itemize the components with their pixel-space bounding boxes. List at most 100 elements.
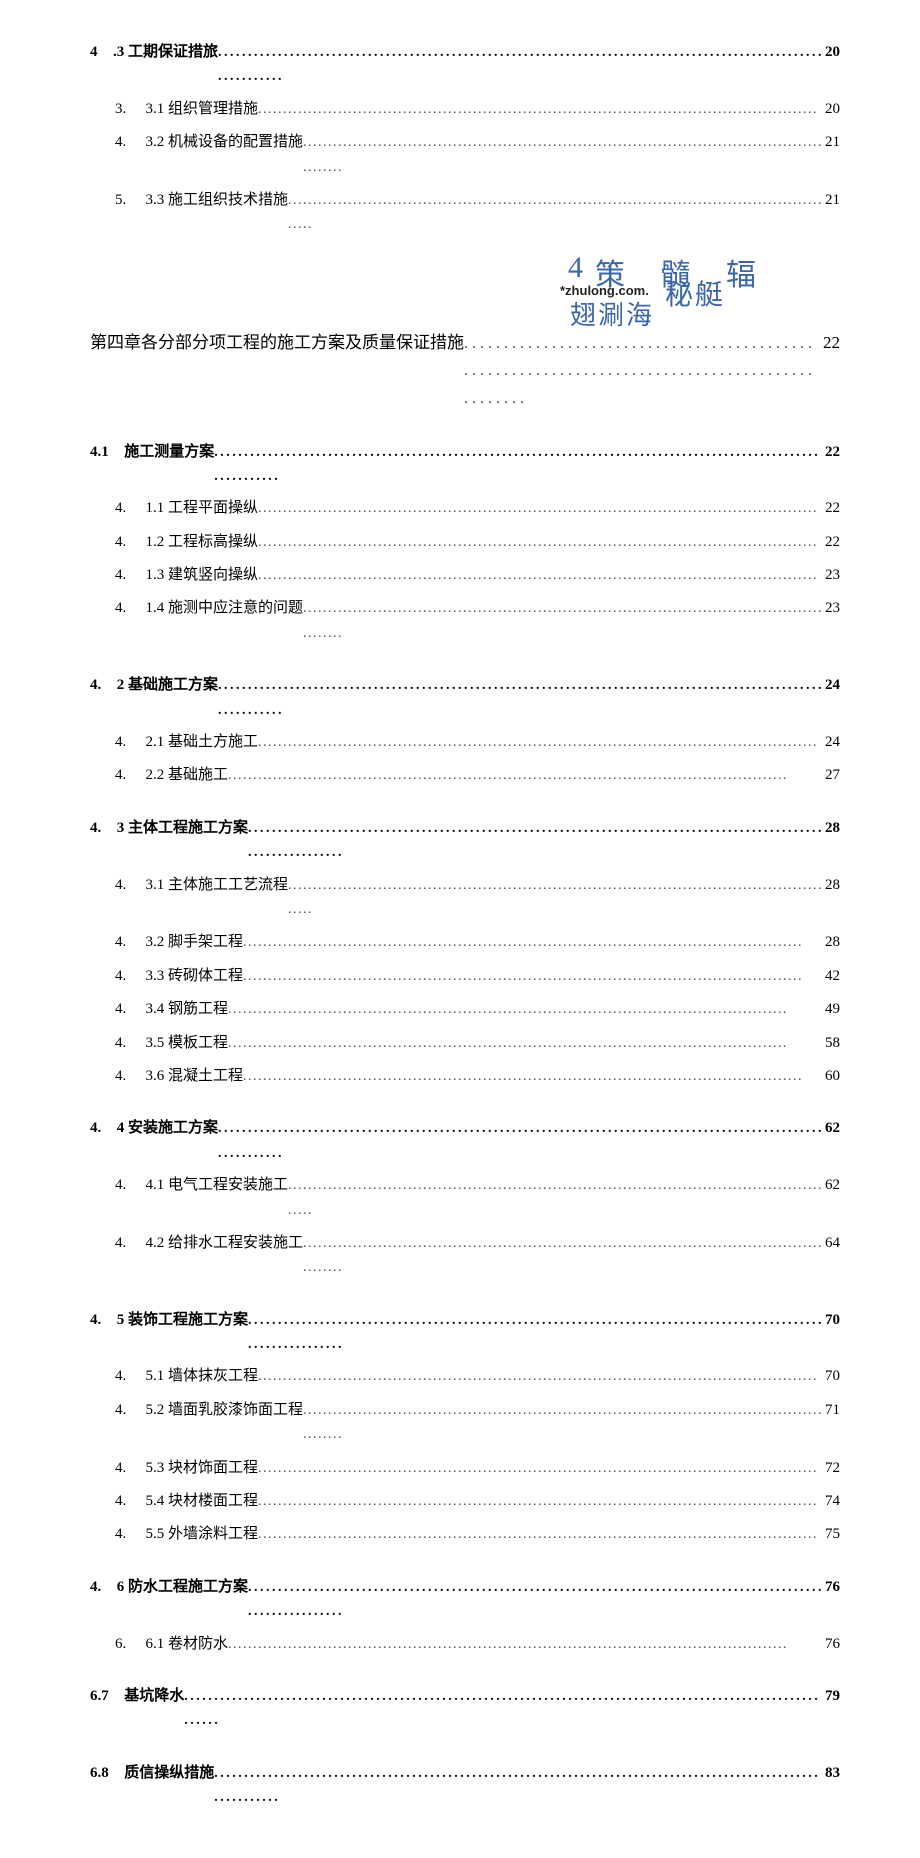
leader-dots bbox=[243, 1064, 821, 1088]
item-page: 58 bbox=[821, 1031, 840, 1055]
item-page: 71 bbox=[821, 1398, 840, 1422]
toc-item: 4. 1.4 施测中应注意的问题23 bbox=[115, 596, 840, 645]
leader-dots bbox=[258, 1364, 821, 1388]
item-page: 24 bbox=[821, 730, 840, 754]
heading-text: 质信操纵措施 bbox=[124, 1761, 214, 1785]
heading-number: 4. bbox=[90, 1116, 109, 1140]
heading-number: 4. bbox=[90, 816, 109, 840]
item-text: 4.1 电气工程安装施工 bbox=[146, 1173, 289, 1197]
toc-item: 4. 2.1 基础土方施工24 bbox=[115, 730, 840, 754]
item-page: 28 bbox=[821, 873, 840, 897]
leader-dots bbox=[214, 1761, 821, 1810]
leader-dots bbox=[248, 816, 821, 865]
leader-dots bbox=[218, 40, 821, 89]
item-number: 5. bbox=[115, 188, 138, 212]
toc-item: 4. 5.2 墙面乳胶漆饰面工程71 bbox=[115, 1398, 840, 1447]
item-text: 3.3 砖砌体工程 bbox=[146, 964, 244, 988]
leader-dots bbox=[258, 496, 821, 520]
leader-dots bbox=[184, 1684, 821, 1733]
item-text: 1.2 工程标高操纵 bbox=[146, 530, 259, 554]
item-text: 1.4 施测中应注意的问题 bbox=[146, 596, 304, 620]
item-page: 20 bbox=[821, 97, 840, 121]
heading-number: 6.8 bbox=[90, 1761, 116, 1785]
item-number: 4. bbox=[115, 530, 138, 554]
item-text: 4.2 给排水工程安装施工 bbox=[146, 1231, 304, 1255]
item-number: 4. bbox=[115, 997, 138, 1021]
toc-heading: 4. 4 安装施工方案62 bbox=[90, 1116, 840, 1165]
toc-heading: 4. 6 防水工程施工方案76 bbox=[90, 1575, 840, 1624]
item-number: 4. bbox=[115, 130, 138, 154]
item-page: 23 bbox=[821, 563, 840, 587]
item-text: 3.2 机械设备的配置措施 bbox=[146, 130, 304, 154]
chapter-heading: 第四章各分部分项工程的施工方案及质量保证措施22 bbox=[90, 329, 840, 412]
item-number: 4. bbox=[115, 763, 138, 787]
item-page: 74 bbox=[821, 1489, 840, 1513]
leader-dots bbox=[258, 563, 821, 587]
leader-dots bbox=[258, 1522, 821, 1546]
toc-heading: 6.8 质信操纵措施 83 bbox=[90, 1761, 840, 1810]
toc-item: 4. 5.1 墙体抹灰工程70 bbox=[115, 1364, 840, 1388]
toc-item: 4. 3.4 钢筋工程49 bbox=[115, 997, 840, 1021]
leader-dots bbox=[303, 130, 821, 179]
item-text: 6.1 卷材防水 bbox=[146, 1632, 229, 1656]
leader-dots bbox=[258, 730, 821, 754]
item-text: 2.1 基础土方施工 bbox=[146, 730, 259, 754]
item-number: 4. bbox=[115, 1173, 138, 1197]
heading-number: 4 bbox=[90, 40, 105, 64]
toc-item: 4. 3.5 模板工程 58 bbox=[115, 1031, 840, 1055]
leader-dots bbox=[303, 1231, 821, 1280]
item-page: 28 bbox=[821, 930, 840, 954]
leader-dots bbox=[258, 97, 821, 121]
toc-heading: 4. 2 基础施工方案24 bbox=[90, 673, 840, 722]
item-number: 3. bbox=[115, 97, 138, 121]
item-page: 75 bbox=[821, 1522, 840, 1546]
item-text: 3.5 模板工程 bbox=[146, 1031, 229, 1055]
heading-text: 6 防水工程施工方案 bbox=[117, 1575, 248, 1599]
item-number: 4. bbox=[115, 563, 138, 587]
toc-item: 4. 5.3 块材饰面工程72 bbox=[115, 1456, 840, 1480]
leader-dots bbox=[228, 1632, 821, 1656]
heading-page: 83 bbox=[821, 1761, 840, 1785]
item-text: 3.1 主体施工工艺流程 bbox=[146, 873, 289, 897]
toc-item: 4. 3.3 砖砌体工程42 bbox=[115, 964, 840, 988]
leader-dots bbox=[258, 1456, 821, 1480]
leader-dots bbox=[248, 1308, 821, 1357]
item-number: 4. bbox=[115, 1231, 138, 1255]
leader-dots bbox=[248, 1575, 821, 1624]
item-number: 4. bbox=[115, 1398, 138, 1422]
item-text: 3.1 组织管理措施 bbox=[146, 97, 259, 121]
leader-dots bbox=[288, 1173, 821, 1222]
item-page: 21 bbox=[821, 188, 840, 212]
toc-item: 4. 1.1 工程平面操纵 22 bbox=[115, 496, 840, 520]
heading-page: 70 bbox=[821, 1308, 840, 1332]
wm-row2: 秘艇 bbox=[665, 273, 725, 313]
toc-item: 4. 4.2 给排水工程安装施工64 bbox=[115, 1231, 840, 1280]
leader-dots bbox=[288, 873, 821, 922]
item-number: 6. bbox=[115, 1632, 138, 1656]
item-page: 22 bbox=[821, 496, 840, 520]
heading-text: 施工测量方案 bbox=[124, 440, 214, 464]
heading-text: 2 基础施工方案 bbox=[117, 673, 218, 697]
item-page: 76 bbox=[821, 1632, 840, 1656]
leader-dots bbox=[228, 1031, 821, 1055]
item-text: 1.3 建筑竖向操纵 bbox=[146, 563, 259, 587]
item-text: 5.5 外墙涂料工程 bbox=[146, 1522, 259, 1546]
item-number: 4. bbox=[115, 1364, 138, 1388]
heading-number: 4.1 bbox=[90, 440, 116, 464]
item-number: 4. bbox=[115, 1522, 138, 1546]
item-number: 4. bbox=[115, 1031, 138, 1055]
item-page: 22 bbox=[821, 530, 840, 554]
leader-dots bbox=[288, 188, 821, 237]
item-text: 3.3 施工组织技术措施 bbox=[146, 188, 289, 212]
item-text: 3.4 钢筋工程 bbox=[146, 997, 229, 1021]
item-text: 1.1 工程平面操纵 bbox=[146, 496, 259, 520]
item-page: 42 bbox=[821, 964, 840, 988]
toc-item: 4. 4.1 电气工程安装施工62 bbox=[115, 1173, 840, 1222]
leader-dots bbox=[218, 673, 821, 722]
item-number: 4. bbox=[115, 496, 138, 520]
leader-dots bbox=[303, 596, 821, 645]
item-text: 5.3 块材饰面工程 bbox=[146, 1456, 259, 1480]
toc-heading: 4. 5 装饰工程施工方案70 bbox=[90, 1308, 840, 1357]
item-page: 23 bbox=[821, 596, 840, 620]
item-page: 21 bbox=[821, 130, 840, 154]
